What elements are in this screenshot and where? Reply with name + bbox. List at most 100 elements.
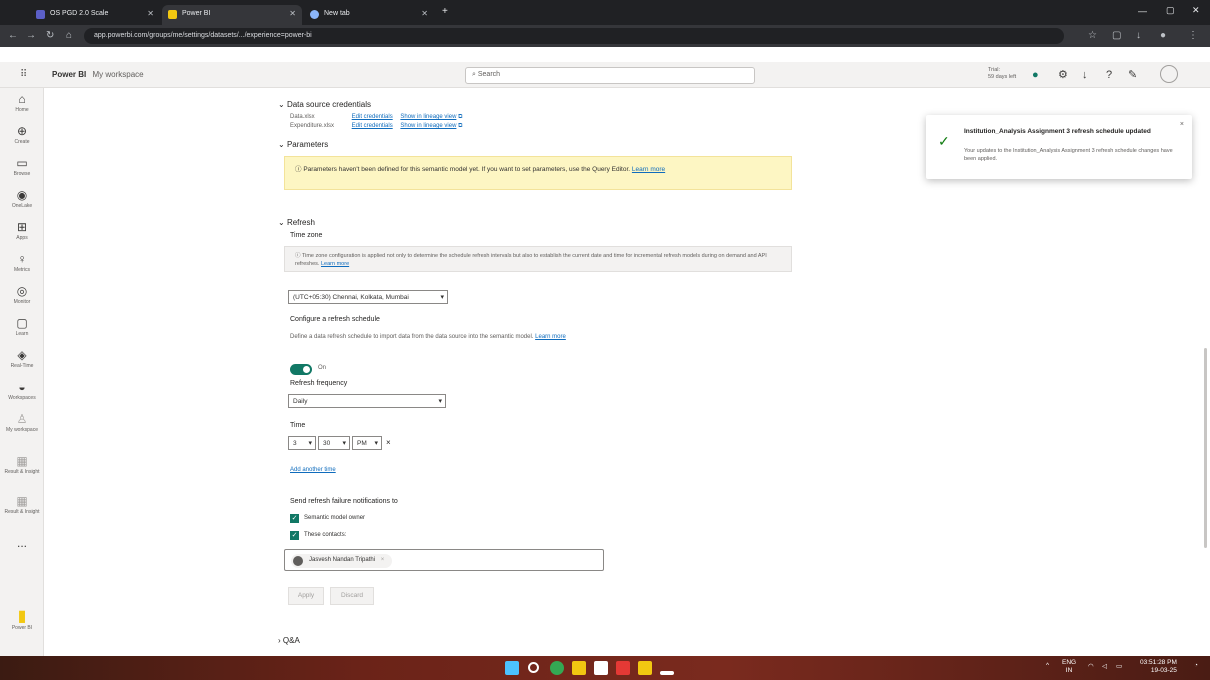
credentials-section-header[interactable]: ⌄ Data source credentials — [278, 100, 371, 109]
explorer-icon[interactable] — [572, 661, 586, 675]
nav-home[interactable]: ⌂ Home — [0, 92, 44, 120]
nav-my-workspace[interactable]: ♙ My workspace — [0, 412, 44, 446]
learn-more-link[interactable]: Learn more — [535, 334, 566, 340]
reload-icon[interactable]: ↻ — [46, 30, 54, 42]
refresh-section-header[interactable]: ⌄ Refresh — [278, 218, 315, 227]
close-window-icon[interactable]: ✕ — [1192, 5, 1200, 16]
bookmark-star-icon[interactable]: ☆ — [1088, 30, 1097, 42]
search-icon[interactable] — [528, 662, 539, 673]
minute-select[interactable]: 30 ▾ — [318, 436, 350, 450]
workspace-link[interactable]: My workspace — [92, 70, 143, 79]
address-bar[interactable]: app.powerbi.com/groups/me/settings/datas… — [84, 28, 1064, 44]
time-zone-select[interactable]: (UTC+05:30) Chennai, Kolkata, Mumbai ▾ — [288, 290, 448, 304]
powerbi-icon[interactable] — [638, 661, 652, 675]
profile-icon[interactable]: ● — [1160, 30, 1166, 42]
browser-tab-active[interactable]: Power BI ✕ — [162, 5, 302, 25]
refresh-schedule-toggle[interactable] — [290, 364, 312, 375]
hour-value: 3 — [293, 440, 297, 447]
search-input[interactable]: ⌕ Search — [465, 67, 755, 84]
browser-tab[interactable]: New tab ✕ — [304, 5, 434, 25]
learn-more-link[interactable]: Learn more — [321, 261, 349, 267]
nav-learn[interactable]: ▢ Learn — [0, 316, 44, 344]
discard-button[interactable]: Discard — [330, 587, 374, 605]
close-icon[interactable]: ✕ — [147, 9, 154, 18]
tray-chevron-icon[interactable]: ^ — [1046, 662, 1049, 669]
volume-icon[interactable]: ◁ — [1102, 662, 1107, 670]
nav-label: Learn — [15, 331, 29, 337]
maximize-icon[interactable]: ▢ — [1166, 5, 1175, 16]
nav-metrics[interactable]: ♀ Metrics — [0, 252, 44, 280]
clock[interactable]: 03:51:28 PM 19-03-25 — [1140, 659, 1177, 675]
browser-tab[interactable]: OS PGD 2.0 Scale ✕ — [30, 5, 160, 25]
language-indicator[interactable]: ENG IN — [1062, 659, 1076, 675]
time-zone-value: (UTC+05:30) Chennai, Kolkata, Mumbai — [293, 294, 409, 301]
nav-browse[interactable]: ▭ Browse — [0, 156, 44, 184]
report-icon: ▦ — [16, 454, 28, 468]
nav-create[interactable]: ⊕ Create — [0, 124, 44, 152]
lineage-link[interactable]: Show in lineage view — [400, 114, 456, 120]
nav-workspaces[interactable]: ◒ Workspaces — [0, 380, 44, 408]
hour-select[interactable]: 3 ▾ — [288, 436, 316, 450]
chrome-icon[interactable] — [550, 661, 564, 675]
edit-credentials-link[interactable]: Edit credentials — [352, 114, 393, 120]
nav-realtime[interactable]: ◈ Real-Time — [0, 348, 44, 376]
edit-credentials-link[interactable]: Edit credentials — [352, 123, 393, 129]
help-icon[interactable]: ? — [1106, 68, 1112, 82]
time-zone-note-text: Time zone configuration is applied not o… — [295, 253, 767, 267]
trial-label: Trial: — [988, 67, 1001, 73]
remove-contact-icon[interactable]: × — [381, 557, 385, 563]
acrobat-icon[interactable] — [616, 661, 630, 675]
forward-icon[interactable]: → — [26, 30, 36, 42]
contact-chip[interactable]: Jasvesh Nandan Tripathi × — [291, 554, 393, 568]
app-launcher-icon[interactable]: ⠿ — [20, 69, 27, 80]
contacts-picker[interactable]: Jasvesh Nandan Tripathi × — [284, 549, 604, 571]
nav-onelake[interactable]: ◉ OneLake — [0, 188, 44, 216]
battery-icon[interactable]: ▭ — [1116, 662, 1122, 670]
apply-button[interactable]: Apply — [288, 587, 324, 605]
nav-more[interactable]: ... — [0, 536, 44, 564]
credentials-title: Data source credentials — [286, 100, 371, 109]
notification-icon[interactable]: ● — [1032, 68, 1039, 82]
remove-time-button[interactable]: × — [386, 438, 391, 447]
close-icon[interactable]: ✕ — [421, 9, 428, 18]
lineage-link[interactable]: Show in lineage view — [400, 123, 456, 129]
nav-label: Metrics — [13, 267, 31, 273]
app-icon[interactable] — [660, 671, 674, 675]
feedback-icon[interactable]: ✎ — [1128, 68, 1137, 82]
store-icon[interactable] — [594, 661, 608, 675]
new-tab-button[interactable]: + — [442, 6, 448, 17]
frequency-select[interactable]: Daily ▾ — [288, 394, 446, 408]
settings-icon[interactable]: ⚙ — [1058, 68, 1068, 82]
add-another-time-link[interactable]: Add another time — [290, 467, 336, 473]
ampm-select[interactable]: PM ▾ — [352, 436, 382, 450]
learn-more-link[interactable]: Learn more — [632, 166, 665, 173]
back-icon[interactable]: ← — [8, 30, 18, 42]
extensions-icon[interactable]: ▢ — [1112, 30, 1121, 42]
notify-title: Send refresh failure notifications to — [290, 498, 398, 505]
chevron-down-icon: ▾ — [438, 398, 442, 405]
toast-close-button[interactable]: × — [1180, 121, 1184, 128]
close-icon[interactable]: ✕ — [289, 9, 296, 18]
wifi-icon[interactable]: ◠ — [1088, 662, 1094, 670]
download-icon[interactable]: ↓ — [1136, 30, 1141, 42]
download-icon[interactable]: ↓ — [1082, 68, 1088, 82]
browser-menu-icon[interactable]: ⋮ — [1188, 30, 1198, 42]
owner-checkbox[interactable]: ✓ — [290, 514, 299, 523]
account-avatar[interactable] — [1160, 65, 1178, 83]
contacts-checkbox[interactable]: ✓ — [290, 531, 299, 540]
trial-status[interactable]: Trial: 59 days left — [988, 67, 1016, 81]
nav-report-2[interactable]: ▦ Result & Insight — [0, 494, 44, 528]
nav-powerbi[interactable]: ▮ Power BI — [0, 609, 44, 650]
nav-label: Create — [14, 139, 30, 145]
windows-icon[interactable] — [505, 661, 519, 675]
minimize-icon[interactable]: — — [1138, 6, 1147, 16]
scrollbar-thumb[interactable] — [1204, 348, 1207, 548]
parameters-section-header[interactable]: ⌄ Parameters — [278, 140, 328, 149]
qa-section-header[interactable]: › Q&A — [278, 636, 300, 645]
brand-label[interactable]: Power BI — [52, 70, 86, 79]
nav-apps[interactable]: ⊞ Apps — [0, 220, 44, 248]
notification-bell-icon[interactable]: ◔ — [1194, 662, 1198, 669]
nav-report[interactable]: ▦ Result & Insight — [0, 454, 44, 488]
nav-monitor[interactable]: ◎ Monitor — [0, 284, 44, 312]
home-browser-icon[interactable]: ⌂ — [66, 30, 72, 42]
